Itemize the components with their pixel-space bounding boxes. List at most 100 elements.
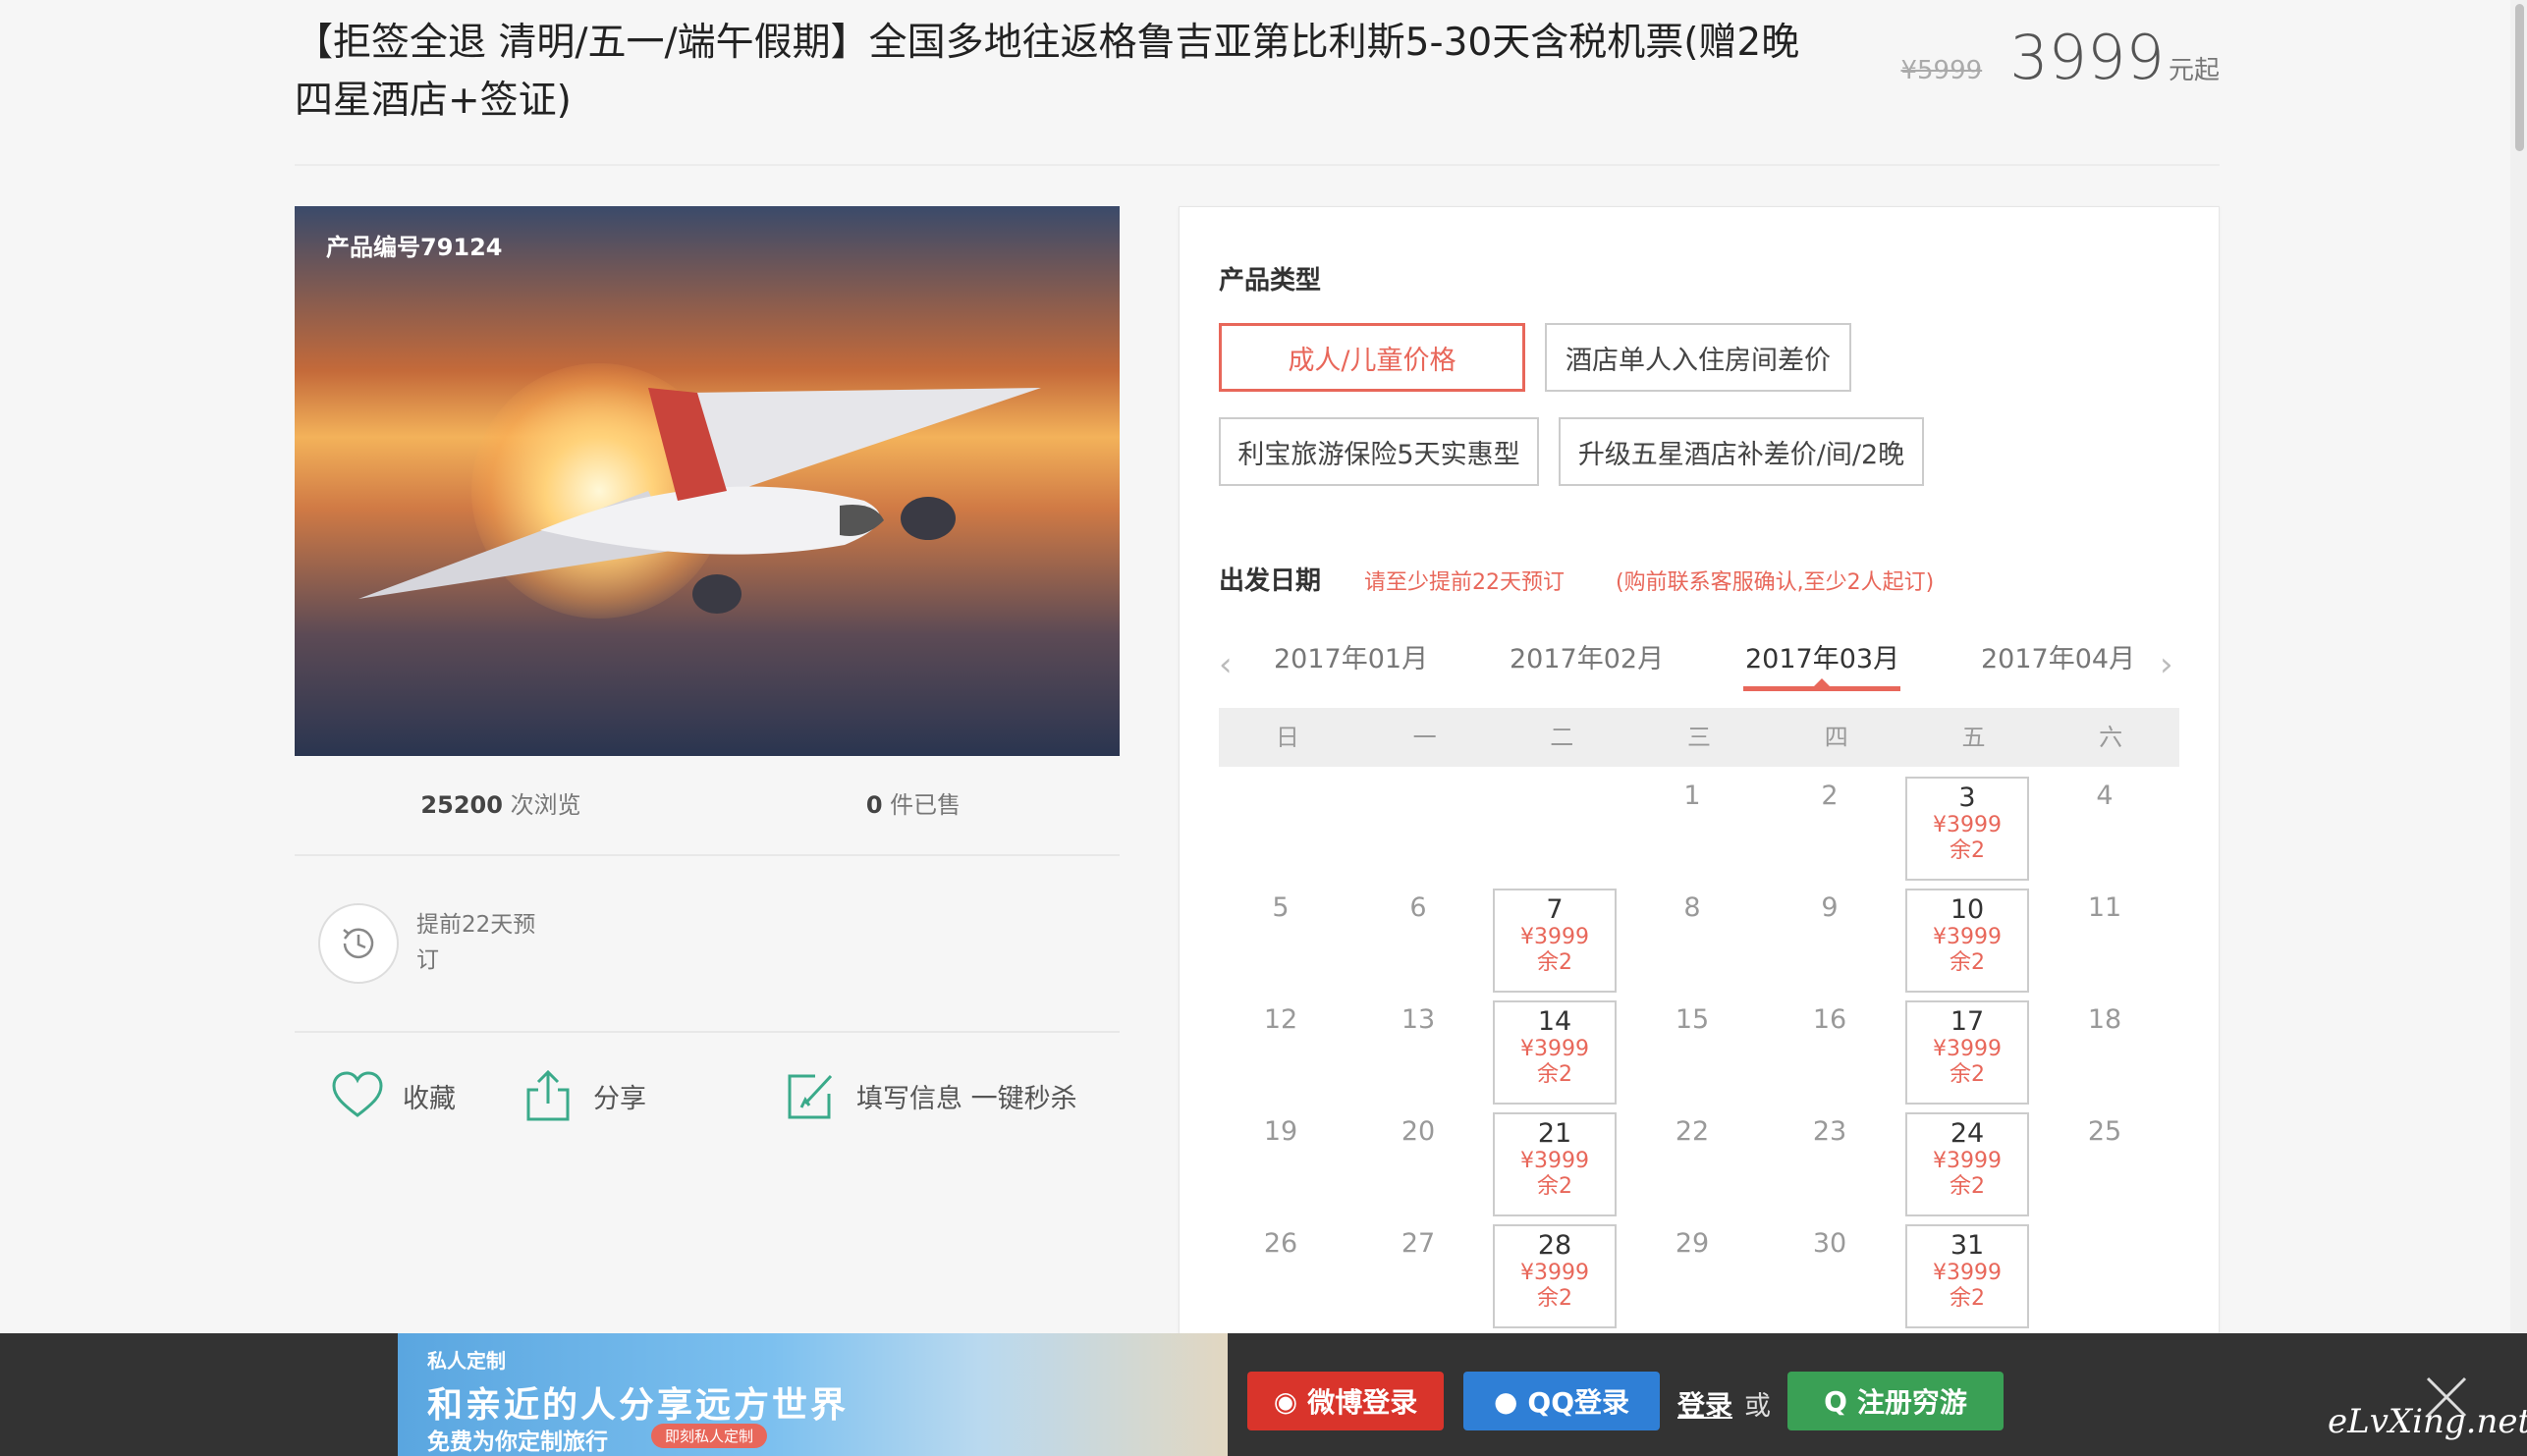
calendar-day: 12 [1263, 1004, 1298, 1035]
tab-month-mar[interactable]: 2017年03月 [1745, 637, 1899, 675]
weibo-login-label: 微博登录 [1307, 1386, 1418, 1419]
product-stats: 25200 次浏览 0 件已售 [295, 785, 1120, 820]
views-label: 次浏览 [510, 791, 581, 819]
views-count: 25200 [420, 791, 503, 819]
qq-login-label: QQ登录 [1527, 1386, 1630, 1419]
banner-tag: 私人定制 [427, 1349, 506, 1373]
contact-hint: (购前联系客服确认,至少2人起订) [1616, 570, 1935, 595]
product-type-label: 产品类型 [1219, 266, 1322, 296]
register-button[interactable]: Q 注册穷游 [1787, 1372, 2004, 1430]
product-id: 产品编号79124 [326, 234, 503, 261]
chevron-left-icon[interactable]: ‹ [1219, 645, 1233, 684]
calendar-day: 27 [1401, 1228, 1436, 1259]
banner-button[interactable]: 即刻私人定制 [651, 1424, 768, 1448]
tab-month-apr[interactable]: 2017年04月 [1981, 637, 2135, 675]
banner-headline: 和亲近的人分享远方世界 [427, 1385, 850, 1426]
airplane-icon [358, 388, 1041, 614]
qyer-logo-icon: Q [1824, 1384, 1847, 1418]
calendar-day: 1 [1683, 781, 1701, 811]
calendar-day: 9 [1821, 892, 1839, 923]
divider [295, 164, 2220, 166]
calendar-day: 23 [1812, 1116, 1847, 1147]
private-tour-banner[interactable]: 私人定制 和亲近的人分享远方世界 免费为你定制旅行 即刻私人定制 [398, 1333, 1228, 1456]
scrollbar-thumb[interactable] [2515, 4, 2524, 151]
booking-panel: 产品类型 成人/儿童价格 酒店单人入住房间差价 利宝旅游保险5天实惠型 升级五星… [1179, 206, 2220, 1337]
fill-info-label: 填写信息 一键秒杀 [856, 1083, 1077, 1114]
calendar-day-available[interactable]: 7 ¥3999 余2 [1493, 889, 1617, 993]
weekday-thu: 四 [1824, 724, 1848, 751]
calendar-day-available[interactable]: 24 ¥3999 余2 [1905, 1112, 2029, 1216]
calendar-day: 11 [2087, 892, 2122, 923]
current-price: 3999 [2009, 22, 2165, 93]
weekday-wed: 三 [1687, 724, 1712, 751]
tab-month-feb[interactable]: 2017年02月 [1510, 637, 1664, 675]
product-title: 【拒签全退 清明/五一/端午假期】全国多地往返格鲁吉亚第比利斯5-30天含税机票… [295, 21, 1800, 123]
calendar-day-available[interactable]: 21 ¥3999 余2 [1493, 1112, 1617, 1216]
favorite-button[interactable]: 收藏 [330, 1068, 456, 1123]
calendar-day: 25 [2087, 1116, 2122, 1147]
month-tabs: ‹ 2017年01月 2017年02月 2017年03月 2017年04月 › [1219, 637, 2179, 691]
calendar-day: 22 [1675, 1116, 1710, 1147]
calendar-day: 8 [1683, 892, 1701, 923]
departure-date-label: 出发日期 [1219, 566, 1322, 596]
calendar-day-available[interactable]: 17 ¥3999 余2 [1905, 1000, 2029, 1105]
calendar-day: 15 [1675, 1004, 1710, 1035]
weekday-fri: 五 [1961, 724, 1986, 751]
action-bar: 收藏 分享 填写信息 一键秒杀 [330, 1068, 1077, 1123]
calendar-day: 16 [1812, 1004, 1847, 1035]
type-option-single-room[interactable]: 酒店单人入住房间差价 [1545, 323, 1851, 392]
clock-history-icon [318, 903, 399, 984]
favorite-label: 收藏 [403, 1083, 456, 1114]
edit-icon [788, 1074, 833, 1119]
weibo-icon: ◉ [1273, 1384, 1298, 1418]
advance-booking: 提前22天预订 [318, 903, 544, 984]
share-label: 分享 [593, 1083, 646, 1114]
calendar-day: 4 [2096, 781, 2114, 811]
sold-stat: 0 件已售 [707, 785, 1120, 820]
login-link[interactable]: 登录 [1677, 1384, 1732, 1424]
calendar-day-available[interactable]: 10 ¥3999 余2 [1905, 889, 2029, 993]
divider [295, 854, 1120, 856]
banner-subtitle: 免费为你定制旅行 [427, 1429, 608, 1455]
type-option-five-star-upgrade[interactable]: 升级五星酒店补差价/间/2晚 [1559, 417, 1924, 486]
calendar-day-available[interactable]: 3 ¥3999 余2 [1905, 777, 2029, 881]
weekday-sat: 六 [2099, 724, 2123, 751]
tab-month-jan[interactable]: 2017年01月 [1274, 637, 1428, 675]
share-icon [526, 1069, 570, 1121]
advance-hint: 请至少提前22天预订 [1364, 570, 1565, 595]
calendar-day-available[interactable]: 31 ¥3999 余2 [1905, 1224, 2029, 1328]
chevron-right-icon[interactable]: › [2160, 645, 2173, 684]
type-option-adult-child[interactable]: 成人/儿童价格 [1219, 323, 1525, 392]
weekday-tue: 二 [1550, 724, 1574, 751]
register-label: 注册穷游 [1856, 1386, 1967, 1419]
weekday-sun: 日 [1275, 724, 1299, 751]
calendar-day: 20 [1401, 1116, 1436, 1147]
calendar-day: 29 [1675, 1228, 1710, 1259]
qq-login-button[interactable]: ● QQ登录 [1463, 1372, 1660, 1430]
calendar-day-available[interactable]: 14 ¥3999 余2 [1493, 1000, 1617, 1105]
calendar-day-available[interactable]: 28 ¥3999 余2 [1493, 1224, 1617, 1328]
original-price: ¥5999 [1900, 56, 1983, 85]
calendar-day: 6 [1409, 892, 1427, 923]
active-month-underline [1743, 686, 1900, 691]
qq-penguin-icon: ● [1493, 1384, 1518, 1418]
type-option-insurance[interactable]: 利宝旅游保险5天实惠型 [1219, 417, 1539, 486]
advance-text: 提前22天预订 [416, 912, 536, 973]
active-month-caret [1814, 678, 1830, 686]
divider [295, 1031, 1120, 1033]
product-photo: 产品编号79124 [295, 206, 1120, 756]
weekday-mon: 一 [1412, 724, 1437, 751]
price-box: ¥5999 3999 元起 [1900, 22, 2220, 93]
weekday-header: 日 一 二 三 四 五 六 [1219, 708, 2179, 767]
calendar-day: 30 [1812, 1228, 1847, 1259]
sold-label: 件已售 [890, 791, 961, 819]
scrollbar-track[interactable] [2510, 0, 2527, 1333]
share-button[interactable]: 分享 [521, 1068, 646, 1123]
calendar-day: 18 [2087, 1004, 2122, 1035]
close-icon[interactable] [2422, 1373, 2471, 1422]
weibo-login-button[interactable]: ◉ 微博登录 [1247, 1372, 1444, 1430]
views-stat: 25200 次浏览 [295, 785, 707, 820]
calendar-day: 26 [1263, 1228, 1298, 1259]
heart-icon [332, 1071, 383, 1117]
fill-info-button[interactable]: 填写信息 一键秒杀 [784, 1068, 1077, 1123]
